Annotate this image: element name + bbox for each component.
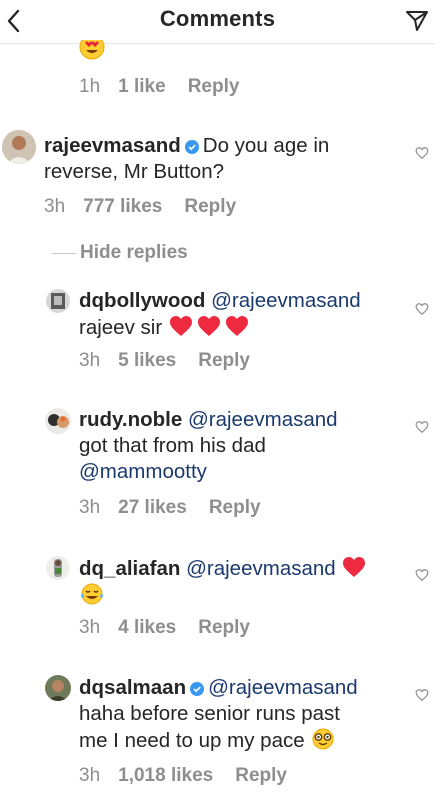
reply-body: rajeev sir bbox=[79, 316, 163, 339]
avatar[interactable] bbox=[2, 130, 36, 164]
like-heart-icon[interactable] bbox=[415, 688, 429, 702]
reply-meta: 3h 4 likes Reply bbox=[79, 617, 250, 639]
reply-mention[interactable]: @rajeevmasand bbox=[211, 289, 361, 312]
reply-username[interactable]: dqsalmaan bbox=[79, 676, 186, 699]
comment-username[interactable]: rajeevmasand bbox=[44, 134, 181, 157]
reply-mention[interactable]: @rajeevmasand bbox=[186, 557, 336, 580]
comment-time: 3h bbox=[44, 196, 66, 217]
reply-button[interactable]: Reply bbox=[198, 617, 250, 639]
reply-time: 3h bbox=[79, 765, 101, 786]
reply-button[interactable]: Reply bbox=[184, 196, 236, 218]
reply-likes[interactable]: 4 likes bbox=[118, 617, 176, 639]
comment-text: rajeevmasand Do you age in reverse, Mr Bu… bbox=[44, 133, 394, 185]
verified-badge-icon bbox=[190, 682, 205, 696]
like-heart-icon[interactable] bbox=[415, 568, 429, 582]
reply-username[interactable]: dqbollywood bbox=[79, 289, 205, 312]
reply-meta: 3h 27 likes Reply bbox=[79, 497, 261, 519]
reply-body-line1: haha before senior runs past bbox=[79, 702, 340, 725]
reply-button[interactable]: Reply bbox=[209, 497, 261, 519]
reply-likes[interactable]: 5 likes bbox=[118, 350, 176, 372]
red-heart-emoji bbox=[343, 557, 366, 577]
avatar[interactable] bbox=[45, 408, 71, 434]
reply-meta: 3h 1,018 likes Reply bbox=[79, 765, 287, 787]
comment-time: 1h bbox=[79, 76, 101, 97]
reply-meta: 3h 5 likes Reply bbox=[79, 350, 250, 372]
tears-of-joy-emoji bbox=[81, 583, 103, 605]
comment-meta: 1h 1 like Reply bbox=[79, 76, 239, 98]
avatar[interactable] bbox=[46, 556, 70, 580]
page-title: Comments bbox=[159, 6, 276, 31]
reply-mention[interactable]: @rajeevmasand bbox=[188, 408, 338, 431]
reply-mention[interactable]: @rajeevmasand bbox=[208, 676, 358, 699]
hide-replies-toggle[interactable]: Hide replies bbox=[52, 242, 188, 264]
reply-body-line2: me I need to up my pace bbox=[79, 729, 305, 752]
reply-username[interactable]: dq_aliafan bbox=[79, 557, 180, 580]
reply-time: 3h bbox=[79, 350, 101, 371]
nerd-face-emoji bbox=[312, 728, 334, 750]
reply-likes[interactable]: 1,018 likes bbox=[118, 765, 213, 787]
comment-likes[interactable]: 1 like bbox=[118, 76, 166, 98]
like-heart-icon[interactable] bbox=[415, 146, 429, 160]
reply-username[interactable]: rudy.noble bbox=[79, 408, 182, 431]
verified-badge-icon bbox=[184, 140, 199, 154]
reply-button[interactable]: Reply bbox=[235, 765, 287, 787]
reply-mention[interactable]: @mammootty bbox=[79, 460, 207, 483]
reply-time: 3h bbox=[79, 497, 101, 518]
reply-text: rudy.noble @rajeevmasand got that from h… bbox=[79, 407, 409, 485]
comment-likes[interactable]: 777 likes bbox=[83, 196, 162, 218]
heart-eyes-emoji bbox=[79, 40, 105, 62]
like-heart-icon[interactable] bbox=[415, 420, 429, 434]
reply-body: got that from his dad bbox=[79, 434, 266, 457]
divider bbox=[52, 252, 76, 254]
reply-button[interactable]: Reply bbox=[188, 76, 240, 98]
reply-likes[interactable]: 27 likes bbox=[118, 497, 187, 519]
reply-text: dq_aliafan @rajeevmasand bbox=[79, 555, 409, 609]
reply-time: 3h bbox=[79, 617, 101, 638]
paper-plane-icon bbox=[406, 11, 428, 31]
reply-text: dqbollywood @rajeevmasand rajeev sir bbox=[79, 288, 409, 341]
hide-replies-label: Hide replies bbox=[80, 242, 188, 263]
comments-header: Comments bbox=[0, 0, 435, 44]
reply-button[interactable]: Reply bbox=[198, 350, 250, 372]
red-heart-emoji bbox=[169, 316, 248, 336]
like-heart-icon[interactable] bbox=[415, 302, 429, 316]
comment-meta: 3h 777 likes Reply bbox=[44, 196, 236, 218]
avatar[interactable] bbox=[45, 675, 71, 701]
direct-message-button[interactable] bbox=[403, 7, 431, 35]
avatar[interactable] bbox=[46, 289, 70, 313]
reply-text: dqsalmaan @rajeevmasand haha before senio… bbox=[79, 675, 409, 754]
